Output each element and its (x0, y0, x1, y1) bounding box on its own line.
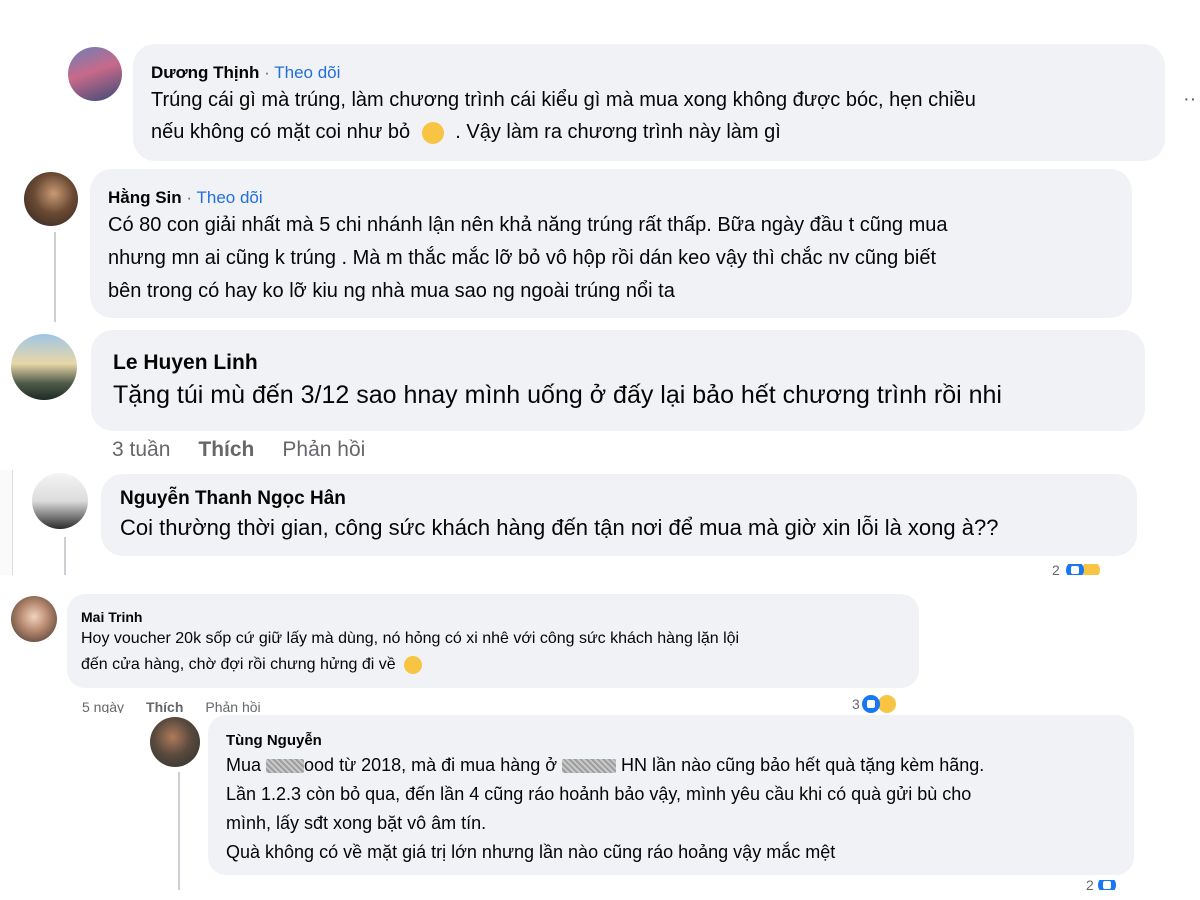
avatar[interactable] (11, 596, 57, 642)
comment-bubble: Nguyễn Thanh Ngọc Hân Coi thường thời gi… (101, 474, 1137, 556)
thread-line (178, 772, 180, 890)
avatar[interactable] (150, 717, 200, 767)
redacted-text (562, 759, 617, 774)
comment-bubble: Dương Thịnh · Theo dõi Trúng cái gì mà t… (133, 44, 1165, 161)
worried-emoji-icon (404, 656, 423, 674)
comment-text: Có 80 con giải nhất mà 5 chi nhánh lận n… (108, 214, 948, 236)
reaction-summary[interactable]: 2 (1052, 564, 1101, 575)
reply-button[interactable]: Phản hồi (282, 438, 365, 461)
like-reaction-icon (1065, 564, 1084, 575)
like-button[interactable]: Thích (198, 438, 254, 461)
comment-timestamp[interactable]: 5 ngày (82, 699, 124, 713)
like-button[interactable]: Thích (146, 699, 183, 713)
follow-link[interactable]: Theo dõi (196, 188, 262, 207)
laugh-emoji-icon (421, 121, 444, 144)
comment-bubble: Hằng Sin · Theo dõi Có 80 con giải nhất … (90, 169, 1132, 318)
comment-text: nếu không có mặt coi như bỏ . Vậy làm ra… (151, 121, 781, 144)
comment-text: Lần 1.2.3 còn bỏ qua, đến lần 4 cũng ráo… (226, 784, 972, 804)
comment-author[interactable]: Dương Thịnh · Theo dõi (151, 63, 340, 83)
comment-bubble: Tùng Nguyễn Mua ood từ 2018, mà đi mua h… (208, 715, 1134, 875)
follow-link[interactable]: Theo dõi (274, 63, 340, 82)
comment-text: Coi thường thời gian, công sức khách hàn… (120, 515, 999, 540)
comment-bubble: Le Huyen Linh Tặng túi mù đến 3/12 sao h… (91, 330, 1145, 431)
comment-actions-cropped (70, 566, 248, 575)
comment-timestamp[interactable]: 3 tuần (112, 438, 170, 461)
comment-text: mình, lấy sđt xong bặt vô âm tín. (226, 813, 487, 833)
thread-line (54, 232, 56, 322)
comment-text: bên trong có hay ko lỡ kiu ng nhà mua sa… (108, 280, 675, 302)
more-options-icon[interactable]: ·· (1183, 88, 1196, 111)
redacted-text (266, 759, 305, 774)
avatar[interactable] (24, 172, 78, 226)
haha-reaction-icon (876, 694, 897, 714)
thread-line (64, 537, 66, 575)
comment-author[interactable]: Hằng Sin · Theo dõi (108, 188, 263, 208)
comment-actions: 3 tuần Thích Phản hồi (112, 438, 393, 462)
avatar[interactable] (32, 473, 88, 529)
screenshot-divider (0, 470, 13, 575)
comment-text: Hoy voucher 20k sốp cứ giữ lấy mà dùng, … (81, 630, 740, 647)
comment-text: nhưng mn ai cũng k trúng . Mà m thắc mắc… (108, 247, 937, 269)
reply-button[interactable]: Phản hồi (205, 699, 260, 713)
haha-reaction-icon (1080, 564, 1101, 575)
comment-actions-cropped (228, 885, 476, 890)
comment-text: Trúng cái gì mà trúng, làm chương trình … (151, 89, 976, 111)
comment-author[interactable]: Le Huyen Linh (113, 351, 258, 375)
reaction-summary[interactable]: 3 (852, 694, 897, 714)
reaction-summary[interactable]: 2 (1086, 880, 1116, 890)
like-reaction-icon (1097, 880, 1116, 890)
comment-bubble: Mai Trinh Hoy voucher 20k sốp cứ giữ lấy… (67, 594, 919, 688)
comment-author[interactable]: Mai Trinh (81, 609, 142, 625)
comment-actions: 5 ngày Thích Phản hồi (82, 699, 289, 713)
avatar[interactable] (68, 47, 122, 101)
like-reaction-icon (861, 695, 880, 713)
comment-author[interactable]: Nguyễn Thanh Ngọc Hân (120, 488, 346, 510)
comment-text: Mua ood từ 2018, mà đi mua hàng ở HN lần… (226, 755, 985, 775)
avatar[interactable] (11, 334, 77, 400)
comment-text: đến cửa hàng, chờ đợi rồi chưng hửng đi … (81, 656, 423, 674)
comment-text: Tặng túi mù đến 3/12 sao hnay mình uống … (113, 381, 1002, 409)
comment-author[interactable]: Tùng Nguyễn (226, 732, 322, 749)
comment-text: Quà không có về mặt giá trị lớn nhưng lầ… (226, 842, 836, 862)
